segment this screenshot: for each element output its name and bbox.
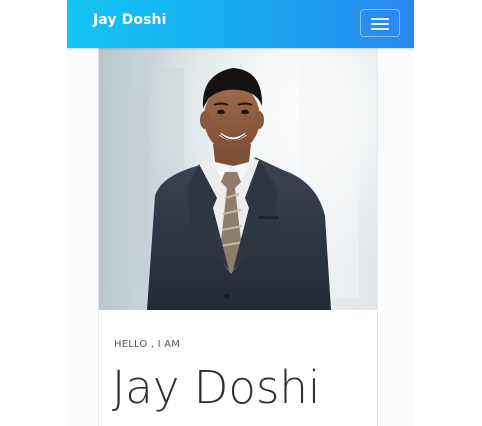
- portrait-photo: [99, 48, 377, 310]
- page: Jay Doshi HELLO , I AM Jay Doshi: [0, 0, 482, 426]
- navbar: Jay Doshi: [67, 0, 414, 48]
- profile-card: HELLO , I AM Jay Doshi: [98, 48, 378, 426]
- greeting-text: HELLO , I AM: [114, 339, 181, 350]
- hero-name: Jay Doshi: [112, 361, 321, 414]
- brand-link[interactable]: Jay Doshi: [93, 12, 166, 28]
- navbar-toggle-button[interactable]: [360, 9, 400, 37]
